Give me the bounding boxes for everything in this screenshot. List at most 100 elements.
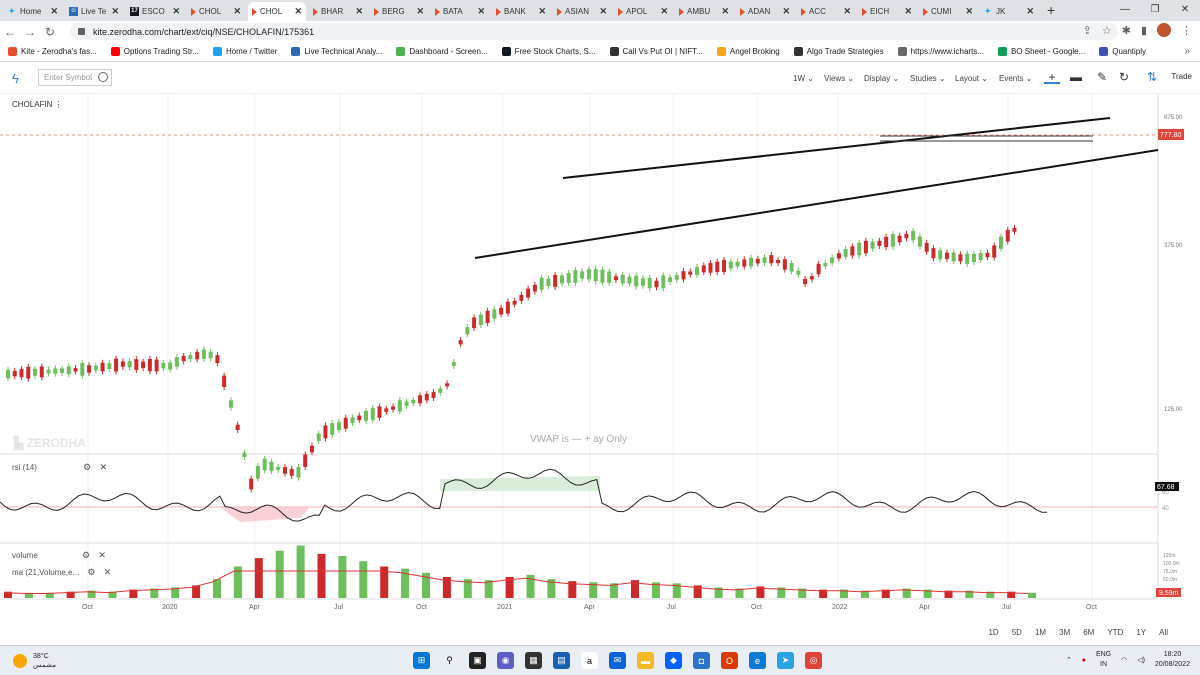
range-button-6m[interactable]: 6M	[1083, 628, 1094, 637]
bookmark-item[interactable]: Quantiply	[1099, 47, 1146, 56]
browser-tab[interactable]: AMBU ✕	[675, 2, 733, 21]
browser-tab[interactable]: ✦ JK ✕	[980, 2, 1038, 21]
close-tab-icon[interactable]: ✕	[477, 6, 485, 17]
browser-tab[interactable]: BHAR ✕	[309, 2, 367, 21]
antivirus-icon[interactable]: ●	[1082, 657, 1086, 664]
reload-icon[interactable]: ↻	[40, 25, 60, 39]
clock[interactable]: 18:20 20/08/2022	[1155, 650, 1190, 670]
chart-canvas[interactable]: 875.00375.00125.00777.80604067.68125m100…	[0, 94, 1200, 626]
widgets-icon[interactable]: ▦	[525, 652, 542, 669]
windows-start-icon[interactable]: ⊞	[413, 652, 430, 669]
forward-icon[interactable]: →	[20, 25, 40, 39]
amazon-icon[interactable]: a	[581, 652, 598, 669]
weather-widget[interactable]: 38°C مشمس	[13, 652, 56, 670]
new-tab-button[interactable]: +	[1041, 2, 1061, 21]
range-button-1d[interactable]: 1D	[988, 628, 998, 637]
layout-menu[interactable]: Layout ⌄	[955, 74, 988, 83]
browser-tab[interactable]: ASIAN ✕	[553, 2, 611, 21]
dropbox-icon[interactable]: ◆	[665, 652, 682, 669]
symbol-search-input[interactable]: Enter Symbol	[38, 69, 112, 86]
bookmark-item[interactable]: Dashboard - Screen...	[396, 47, 488, 56]
bookmark-item[interactable]: Home / Twitter	[212, 47, 277, 56]
close-tab-icon[interactable]: ✕	[965, 6, 973, 17]
task-view-icon[interactable]: ▣	[469, 652, 486, 669]
close-tab-icon[interactable]: ✕	[111, 6, 119, 17]
browser-tab[interactable]: ci Live Te ✕	[65, 2, 123, 21]
close-tab-icon[interactable]: ✕	[294, 6, 302, 17]
close-tab-icon[interactable]: ✕	[721, 6, 729, 17]
range-button-1y[interactable]: 1Y	[1136, 628, 1146, 637]
close-tab-icon[interactable]: ✕	[843, 6, 851, 17]
menu-dots-icon[interactable]: ⋮	[1181, 24, 1192, 37]
photos-icon[interactable]: ◘	[693, 652, 710, 669]
bookmark-item[interactable]: Algo Trade Strategies	[793, 47, 884, 56]
display-menu[interactable]: Display ⌄	[864, 74, 899, 83]
close-tab-icon[interactable]: ✕	[782, 6, 790, 17]
sidepanel-icon[interactable]: ▮	[1141, 24, 1147, 37]
browser-tab[interactable]: 17 ESCO ✕	[126, 2, 184, 21]
close-tab-icon[interactable]: ✕	[233, 6, 241, 17]
browser-tab[interactable]: EICH ✕	[858, 2, 916, 21]
share-icon[interactable]: ⇪	[1083, 24, 1092, 37]
close-tab-icon[interactable]: ✕	[50, 6, 58, 17]
bookmark-item[interactable]: Live Technical Analy...	[291, 47, 382, 56]
range-button-1m[interactable]: 1M	[1035, 628, 1046, 637]
browser-tab[interactable]: BATA ✕	[431, 2, 489, 21]
close-tab-icon[interactable]: ✕	[172, 6, 180, 17]
extension-icon[interactable]: ✱	[1122, 24, 1131, 37]
bookmark-item[interactable]: Call Vs Put OI | NIFT...	[609, 47, 703, 56]
zerodha-logo-icon[interactable]: ϟ	[12, 71, 19, 86]
telegram-icon[interactable]: ➤	[777, 652, 794, 669]
reset-icon[interactable]: ↻	[1116, 70, 1132, 84]
crosshair-icon[interactable]: +	[1044, 70, 1060, 84]
browser-tab[interactable]: CHOL ✕	[187, 2, 245, 21]
close-tab-icon[interactable]: ✕	[660, 6, 668, 17]
teams-chat-icon[interactable]: ◉	[497, 652, 514, 669]
trade-button[interactable]: Trade	[1171, 72, 1192, 81]
symbol-title[interactable]: CHOLAFIN ⋮	[12, 100, 63, 109]
bookmark-item[interactable]: Free Stock Charts, S...	[501, 47, 596, 56]
bookmark-item[interactable]: Kite - Zerodha's fas...	[8, 47, 97, 56]
close-window-icon[interactable]: ✕	[1170, 0, 1200, 21]
browser-tab[interactable]: CUMI ✕	[919, 2, 977, 21]
range-button-all[interactable]: All	[1159, 628, 1168, 637]
star-icon[interactable]: ☆	[1102, 24, 1112, 37]
bookmark-item[interactable]: BO Sheet - Google...	[997, 47, 1085, 56]
language-indicator[interactable]: ENG IN	[1096, 650, 1111, 670]
mail-icon[interactable]: ✉	[609, 652, 626, 669]
range-button-ytd[interactable]: YTD	[1107, 628, 1123, 637]
profile-avatar[interactable]	[1157, 23, 1171, 37]
close-tab-icon[interactable]: ✕	[538, 6, 546, 17]
browser-tab[interactable]: APOL ✕	[614, 2, 672, 21]
browser-tab[interactable]: ✦ Home ✕	[4, 2, 62, 21]
comment-icon[interactable]: ▬	[1068, 70, 1084, 84]
gear-icon[interactable]: ⚙	[83, 462, 91, 472]
browser-tab[interactable]: BANK ✕	[492, 2, 550, 21]
restore-icon[interactable]: ❐	[1140, 0, 1170, 21]
gear-icon[interactable]: ⚙	[82, 550, 90, 560]
url-field[interactable]: kite.zerodha.com/chart/ext/ciq/NSE/CHOLA…	[70, 23, 1118, 40]
views-menu[interactable]: Views ⌄	[824, 74, 854, 83]
close-tab-icon[interactable]: ✕	[599, 6, 607, 17]
speaker-icon[interactable]: ◁)	[1137, 656, 1145, 664]
chevron-up-icon[interactable]: ⌃	[1066, 656, 1072, 664]
chrome-icon[interactable]: ◎	[805, 652, 822, 669]
office-icon[interactable]: O	[721, 652, 738, 669]
range-button-3m[interactable]: 3M	[1059, 628, 1070, 637]
gear-icon[interactable]: ⚙	[87, 567, 95, 577]
search-icon[interactable]: ⚲	[441, 652, 458, 669]
close-tab-icon[interactable]: ✕	[416, 6, 424, 17]
browser-tab[interactable]: BERG ✕	[370, 2, 428, 21]
back-icon[interactable]: ←	[0, 25, 20, 39]
store-icon[interactable]: ▤	[553, 652, 570, 669]
close-icon[interactable]: ✕	[99, 462, 107, 472]
bookmark-item[interactable]: https://www.icharts...	[897, 47, 984, 56]
bookmark-item[interactable]: Angel Broking	[716, 47, 780, 56]
close-icon[interactable]: ✕	[104, 567, 112, 577]
chart-area[interactable]: 875.00 375.00 125.00 777.80 60 40 67.68 125m 100…	[0, 94, 1200, 626]
events-menu[interactable]: Events ⌄	[999, 74, 1032, 83]
bookmarks-overflow-icon[interactable]: »	[1184, 46, 1190, 57]
wifi-icon[interactable]: ◠	[1121, 656, 1127, 664]
range-button-5d[interactable]: 5D	[1012, 628, 1022, 637]
close-tab-icon[interactable]: ✕	[904, 6, 912, 17]
